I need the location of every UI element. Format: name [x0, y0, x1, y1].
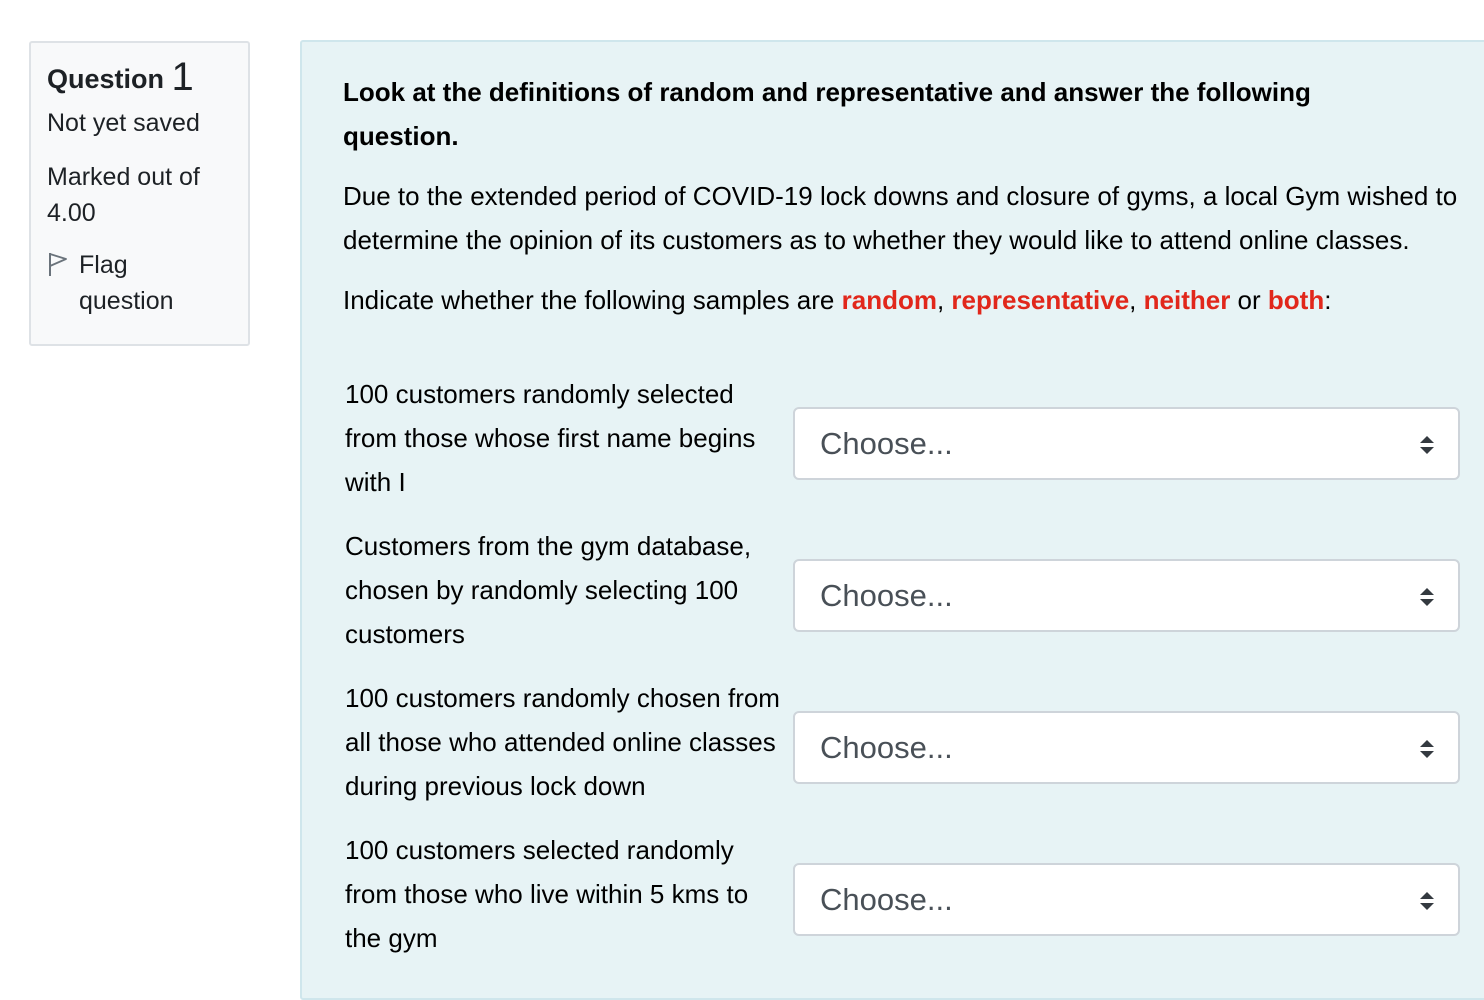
save-status: Not yet saved: [47, 109, 200, 137]
term-representative: representative: [951, 285, 1130, 315]
select-value-1[interactable]: Choose...: [820, 426, 953, 462]
answer-select-2[interactable]: Choose...: [793, 559, 1460, 632]
sample-label-2: Customers from the gym database, chosen …: [345, 531, 752, 649]
question-context-text: Due to the extended period of COVID-19 l…: [343, 181, 1458, 255]
up-down-arrows-icon[interactable]: [1418, 890, 1436, 912]
instruction-sep3: or: [1230, 285, 1268, 315]
sample-label-4: 100 customers selected randomly from tho…: [345, 835, 749, 953]
select-value-4[interactable]: Choose...: [820, 882, 953, 918]
question-heading: Look at the definitions of random and re…: [343, 77, 1311, 151]
question-content-panel: Look at the definitions of random and re…: [300, 40, 1484, 1000]
question-instruction: Indicate whether the following samples a…: [343, 278, 1463, 322]
marks-value: 4.00: [47, 199, 96, 227]
question-number-title: Question 1: [47, 57, 232, 99]
select-value-3[interactable]: Choose...: [820, 730, 953, 766]
instruction-sep1: ,: [936, 285, 952, 315]
answer-select-3[interactable]: Choose...: [793, 711, 1460, 784]
flag-question-link[interactable]: Flag question: [47, 247, 232, 319]
question-number: 1: [171, 55, 194, 99]
instruction-prefix: Indicate whether the following samples a…: [343, 285, 842, 315]
instruction-suffix: :: [1324, 285, 1332, 315]
sample-label-3: 100 customers randomly chosen from all t…: [345, 683, 780, 801]
question-label: Question: [47, 64, 165, 94]
flag-label[interactable]: Flag question: [79, 247, 174, 319]
marks-label: Marked out of: [47, 163, 200, 191]
term-neither: neither: [1143, 285, 1231, 315]
term-random: random: [841, 285, 937, 315]
up-down-arrows-icon[interactable]: [1418, 434, 1436, 456]
question-info-panel: Question 1 Not yet saved Marked out of 4…: [29, 41, 250, 346]
instruction-sep2: ,: [1129, 285, 1144, 315]
flag-label-line1[interactable]: Flag: [79, 247, 174, 283]
answer-select-1[interactable]: Choose...: [793, 407, 1460, 480]
flag-label-line2[interactable]: question: [79, 283, 174, 319]
answer-select-4[interactable]: Choose...: [793, 863, 1460, 936]
sample-label-1: 100 customers randomly selected from tho…: [345, 379, 756, 497]
term-both: both: [1267, 285, 1325, 315]
marks-info: Marked out of 4.00: [47, 159, 232, 231]
flag-icon[interactable]: [47, 251, 73, 281]
up-down-arrows-icon[interactable]: [1418, 586, 1436, 608]
up-down-arrows-icon[interactable]: [1418, 738, 1436, 760]
select-value-2[interactable]: Choose...: [820, 578, 953, 614]
